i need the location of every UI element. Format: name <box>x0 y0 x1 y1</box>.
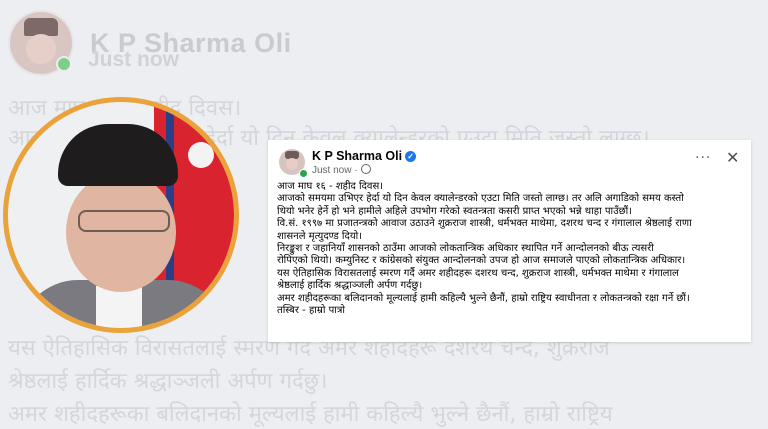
author-name-text[interactable]: K P Sharma Oli <box>312 149 402 163</box>
post-text-line: यस ऐतिहासिक विरासतलाई स्मरण गर्दै अमर शह… <box>277 267 679 279</box>
post-time[interactable]: Just now · <box>312 164 371 176</box>
post-text-line: निरङ्कुश र जहानियाँ शासनको ठाउँमा आजको ल… <box>277 243 654 255</box>
check-badge-icon: ✓ <box>405 151 417 162</box>
post-text-line: अमर शहीदहरूका बलिदानको मूल्यलाई हामी कहि… <box>277 292 690 304</box>
post-text-line: वि.सं. १९९७ मा प्रजातन्त्रको आवाज उठाउने… <box>277 218 692 230</box>
close-button[interactable]: ✕ <box>726 148 739 167</box>
background-time: Just now <box>88 48 180 71</box>
background-line: अमर शहीदहरूका बलिदानको मूल्यलाई हामी कहि… <box>8 402 613 427</box>
more-options-button[interactable]: ··· <box>695 150 711 166</box>
post-time-text[interactable]: Just now <box>312 165 351 176</box>
background-line: श्रेष्ठलाई हार्दिक श्रद्धाञ्जली अर्पण गर… <box>8 369 328 394</box>
globe-icon <box>360 164 371 174</box>
background-online-dot <box>56 56 72 72</box>
portrait-photo <box>8 102 234 328</box>
post-text-line: श्रेष्ठलाई हार्दिक श्रद्धाञ्जली अर्पण गर… <box>277 280 423 292</box>
post-text-line: आज माघ १६ - शहीद दिवस। <box>277 181 384 192</box>
post-text-line: थियो भनेर हेर्ने हो भने हामीले अहिले उपभ… <box>277 205 633 217</box>
author-name[interactable]: K P Sharma Oli ✓ <box>312 149 417 163</box>
post-text-line: आजको समयमा उभिएर हेर्दा यो दिन केवल क्या… <box>277 193 684 205</box>
portrait-face <box>66 172 176 292</box>
post-card: K P Sharma Oli ✓ Just now · ··· ✕ आज माघ … <box>268 140 751 342</box>
portrait-frame <box>3 97 239 333</box>
online-status-dot <box>299 169 308 178</box>
portrait-shirt <box>96 286 142 328</box>
flag-sun <box>188 142 214 168</box>
portrait-glasses <box>78 210 170 232</box>
post-text-line: रोपिएको थियो। कम्युनिस्ट र कांग्रेसको सं… <box>277 255 686 267</box>
post-body: आज माघ १६ - शहीद दिवस। आजको समयमा उभिएर … <box>277 181 747 317</box>
post-text-line: शासनले मृत्युदण्ड दियो। <box>277 230 363 242</box>
post-text-line: तस्बिर - हाम्रो पात्रो <box>277 305 345 317</box>
